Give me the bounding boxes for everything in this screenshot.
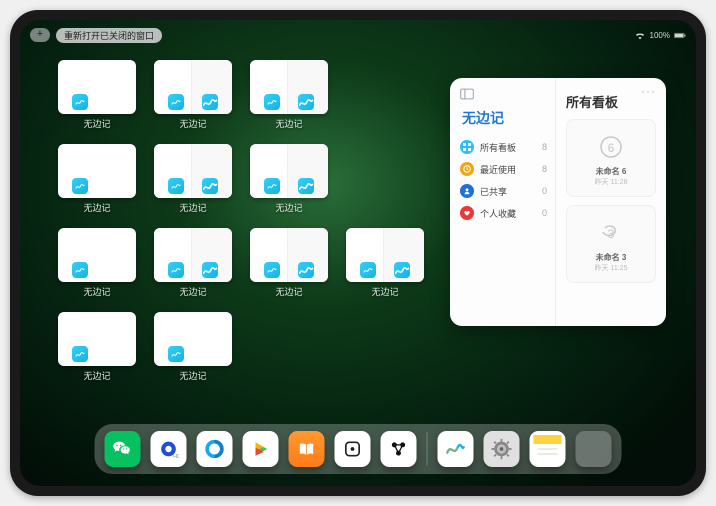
panel-title: 无边记: [462, 108, 547, 128]
window-label: 无边记: [275, 117, 302, 130]
freeform-icon: [202, 262, 218, 278]
heart-icon: [460, 206, 474, 220]
clock-icon: [460, 162, 474, 176]
window-thumbnail[interactable]: 无边记: [56, 144, 138, 214]
svg-text:3: 3: [608, 227, 615, 241]
status-icons: 100%: [634, 31, 686, 40]
dock-app-graph[interactable]: [381, 431, 417, 467]
panel-sidebar: 无边记 所有看板 8 最近使用 8 已共享 0: [450, 78, 556, 326]
freeform-icon: [72, 94, 88, 110]
sidebar-item-favorites[interactable]: 个人收藏 0: [460, 202, 547, 224]
window-label: 无边记: [83, 369, 110, 382]
freeform-icon: [264, 262, 280, 278]
freeform-icon: [168, 262, 184, 278]
window-label: 无边记: [179, 285, 206, 298]
freeform-icon: [264, 178, 280, 194]
svg-text:6: 6: [608, 141, 615, 155]
window-label: 无边记: [275, 201, 302, 214]
dock-app-settings[interactable]: [484, 431, 520, 467]
sidebar-item-recents[interactable]: 最近使用 8: [460, 158, 547, 180]
freeform-icon: [168, 178, 184, 194]
window-label: 无边记: [371, 285, 398, 298]
sidebar-item-label: 已共享: [480, 185, 507, 198]
reopen-closed-window-button[interactable]: 重新打开已关闭的窗口: [56, 28, 162, 43]
new-window-button[interactable]: +: [30, 28, 50, 42]
sidebar-item-count: 0: [542, 186, 547, 196]
top-bar: + 重新打开已关闭的窗口 100%: [30, 26, 686, 44]
window-thumbnail[interactable]: 无边记: [152, 60, 234, 130]
app-switcher-grid: 无边记 无边记 无边记 无边记 无边记 无边记: [56, 60, 426, 382]
board-name: 未命名 6: [596, 166, 627, 177]
board-sketch-icon: 6: [596, 130, 626, 164]
window-thumbnail[interactable]: 无边记: [152, 144, 234, 214]
dock-app-freeform[interactable]: [438, 431, 474, 467]
sidebar-item-count: 8: [542, 164, 547, 174]
dock-app-dice[interactable]: [335, 431, 371, 467]
svg-text:HD: HD: [173, 454, 179, 460]
freeform-sidebar-panel[interactable]: ··· 无边记 所有看板 8 最近使用 8 已共享: [450, 78, 666, 326]
wifi-icon: [634, 31, 646, 40]
freeform-icon: [72, 346, 88, 362]
board-date: 昨天 11:25: [595, 263, 628, 273]
window-thumbnail[interactable]: 无边记: [56, 228, 138, 298]
dock-separator: [427, 432, 428, 466]
sidebar-item-label: 个人收藏: [480, 207, 516, 220]
freeform-icon: [72, 178, 88, 194]
board-card[interactable]: 3 未命名 3 昨天 11:25: [566, 205, 656, 283]
sidebar-item-label: 最近使用: [480, 163, 516, 176]
panel-boards: 所有看板 6 未命名 6 昨天 11:28 3 未命名 3 昨天 11:25: [556, 78, 666, 326]
sidebar-item-all-boards[interactable]: 所有看板 8: [460, 136, 547, 158]
freeform-icon: [202, 94, 218, 110]
board-name: 未命名 3: [596, 252, 627, 263]
board-sketch-icon: 3: [596, 216, 626, 250]
people-icon: [460, 184, 474, 198]
dock-app-wechat[interactable]: [105, 431, 141, 467]
freeform-icon: [72, 262, 88, 278]
dock-app-books[interactable]: [289, 431, 325, 467]
dock-app-notes[interactable]: [530, 431, 566, 467]
window-label: 无边记: [179, 201, 206, 214]
more-icon[interactable]: ···: [641, 84, 656, 98]
window-thumbnail[interactable]: 无边记: [248, 144, 330, 214]
window-thumbnail[interactable]: 无边记: [152, 312, 234, 382]
window-label: 无边记: [83, 285, 110, 298]
sidebar-item-count: 0: [542, 208, 547, 218]
sidebar-toggle-icon[interactable]: [460, 88, 474, 100]
freeform-icon: [394, 262, 410, 278]
dock-app-qqbrowser[interactable]: [197, 431, 233, 467]
window-label: 无边记: [179, 369, 206, 382]
window-thumbnail[interactable]: 无边记: [344, 228, 426, 298]
board-date: 昨天 11:28: [595, 177, 628, 187]
window-thumbnail[interactable]: 无边记: [248, 228, 330, 298]
window-label: 无边记: [83, 201, 110, 214]
screen: + 重新打开已关闭的窗口 100% 无边记 无边记 无边记: [20, 20, 696, 486]
window-thumbnail[interactable]: 无边记: [56, 312, 138, 382]
sidebar-item-shared[interactable]: 已共享 0: [460, 180, 547, 202]
window-label: 无边记: [83, 117, 110, 130]
dock-app-video[interactable]: [243, 431, 279, 467]
board-card[interactable]: 6 未命名 6 昨天 11:28: [566, 119, 656, 197]
window-label: 无边记: [179, 117, 206, 130]
freeform-icon: [264, 94, 280, 110]
freeform-icon: [202, 178, 218, 194]
window-thumbnail[interactable]: 无边记: [248, 60, 330, 130]
grid-icon: [460, 140, 474, 154]
freeform-icon: [298, 178, 314, 194]
freeform-icon: [298, 94, 314, 110]
ipad-frame: + 重新打开已关闭的窗口 100% 无边记 无边记 无边记: [10, 10, 706, 496]
freeform-icon: [298, 262, 314, 278]
window-label: 无边记: [275, 285, 302, 298]
freeform-icon: [360, 262, 376, 278]
sidebar-item-label: 所有看板: [480, 141, 516, 154]
sidebar-item-count: 8: [542, 142, 547, 152]
dock-app-uc[interactable]: HD: [151, 431, 187, 467]
dock: HD: [95, 424, 622, 474]
battery-text: 100%: [650, 31, 670, 40]
window-thumbnail[interactable]: 无边记: [56, 60, 138, 130]
battery-icon: [674, 31, 686, 40]
window-thumbnail[interactable]: 无边记: [152, 228, 234, 298]
dock-app-library[interactable]: [576, 431, 612, 467]
freeform-icon: [168, 94, 184, 110]
freeform-icon: [168, 346, 184, 362]
